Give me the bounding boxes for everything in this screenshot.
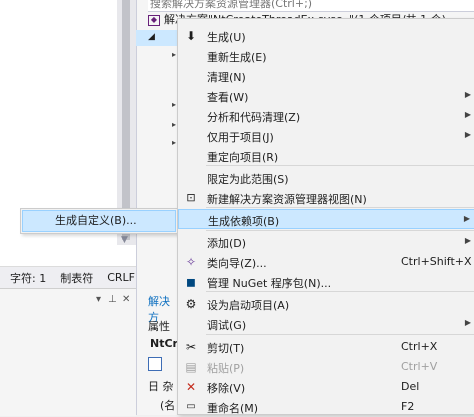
- scroll-down-icon[interactable]: ▼: [121, 235, 128, 245]
- nuget-icon: ◼: [186, 275, 196, 289]
- pin-icon[interactable]: ⊥: [108, 294, 117, 305]
- rename-icon: ▭: [186, 401, 196, 412]
- submenu-arrow-icon: ▶: [464, 90, 471, 99]
- gear-icon: ⚙: [185, 297, 197, 311]
- close-icon[interactable]: ✕: [122, 294, 130, 305]
- dropdown-icon[interactable]: ▾: [96, 294, 101, 305]
- properties-category[interactable]: 日 杂: [148, 378, 174, 394]
- menu-item-new-view[interactable]: ⊡ 新建解决方案资源管理器视图(N): [178, 188, 474, 208]
- menu-separator: [206, 207, 474, 208]
- submenu-arrow-icon: ▶: [464, 110, 471, 119]
- clipboard-icon: ▤: [185, 360, 197, 374]
- scissors-icon: ✂: [185, 340, 197, 354]
- menu-item-analyze[interactable]: 分析和代码清理(Z) ▶: [178, 106, 474, 126]
- menu-item-project-only[interactable]: 仅用于项目(J) ▶: [178, 126, 474, 146]
- submenu-arrow-icon: ▶: [464, 130, 471, 139]
- class-wizard-icon: ✧: [185, 255, 197, 269]
- menu-item-remove[interactable]: ✕ 移除(V) Del: [178, 377, 474, 397]
- project-context-menu: ⬇ 生成(U) 重新生成(E) 清理(N) 查看(W) ▶ 分析和代码清理(Z)…: [177, 18, 474, 415]
- status-bar: 字符: 1 制表符 CRLF: [0, 266, 136, 288]
- tree-caret-icon[interactable]: ▸: [172, 100, 176, 109]
- build-dependencies-submenu: 生成自定义(B)...: [20, 208, 178, 234]
- menu-separator: [206, 230, 474, 231]
- bottom-panel: ▾ ⊥ ✕: [0, 288, 136, 416]
- menu-item-view[interactable]: 查看(W) ▶: [178, 86, 474, 106]
- build-customizations-item[interactable]: 生成自定义(B)...: [22, 210, 176, 232]
- menu-item-build[interactable]: ⬇ 生成(U): [178, 26, 474, 46]
- search-input[interactable]: 搜索解决方案资源管理器(Ctrl+;): [148, 0, 474, 12]
- tree-caret-icon[interactable]: ▸: [172, 50, 176, 59]
- menu-item-paste[interactable]: ▤ 粘贴(P) Ctrl+V: [178, 357, 474, 377]
- properties-title: 属性: [148, 320, 170, 333]
- submenu-arrow-icon: ▶: [463, 214, 470, 223]
- menu-item-class-wizard[interactable]: ✧ 类向导(Z)... Ctrl+Shift+X: [178, 252, 474, 272]
- submenu-arrow-icon: ▶: [464, 318, 471, 327]
- explorer-view-icon: ⊡: [186, 191, 196, 204]
- solution-icon: ◆: [148, 14, 160, 26]
- menu-item-scope[interactable]: 限定为此范围(S): [178, 168, 474, 188]
- menu-item-debug[interactable]: 调试(G) ▶: [178, 314, 474, 334]
- menu-item-cut[interactable]: ✂ 剪切(T) Ctrl+X: [178, 337, 474, 357]
- status-eol[interactable]: CRLF: [107, 271, 135, 284]
- menu-item-set-startup[interactable]: ⚙ 设为启动项目(A): [178, 294, 474, 314]
- tree-caret-icon[interactable]: ▸: [172, 138, 176, 147]
- build-icon: ⬇: [185, 29, 197, 43]
- menu-item-clean[interactable]: 清理(N): [178, 66, 474, 86]
- properties-row[interactable]: (名: [160, 397, 175, 413]
- status-tabs[interactable]: 制表符: [60, 270, 93, 286]
- scrollbar-thumb[interactable]: [122, 0, 130, 240]
- categorized-icon[interactable]: [148, 357, 162, 371]
- menu-separator: [206, 165, 474, 166]
- submenu-arrow-icon: ▶: [464, 236, 471, 245]
- menu-item-add[interactable]: 添加(D) ▶: [178, 232, 474, 252]
- menu-item-rebuild[interactable]: 重新生成(E): [178, 46, 474, 66]
- menu-separator: [206, 291, 474, 292]
- menu-item-build-dependencies[interactable]: 生成依赖项(B) ▶: [178, 209, 474, 229]
- tree-caret-icon[interactable]: ▸: [172, 120, 176, 129]
- status-chars: 字符: 1: [10, 271, 47, 285]
- menu-item-rename[interactable]: ▭ 重命名(M) F2: [178, 397, 474, 417]
- red-x-icon: ✕: [185, 380, 197, 394]
- menu-separator: [206, 334, 474, 335]
- menu-item-retarget[interactable]: 重定向项目(R): [178, 146, 474, 166]
- properties-object[interactable]: NtCr: [150, 337, 178, 350]
- menu-item-nuget[interactable]: ◼ 管理 NuGet 程序包(N)...: [178, 272, 474, 292]
- expand-caret-icon[interactable]: ◢: [148, 32, 155, 42]
